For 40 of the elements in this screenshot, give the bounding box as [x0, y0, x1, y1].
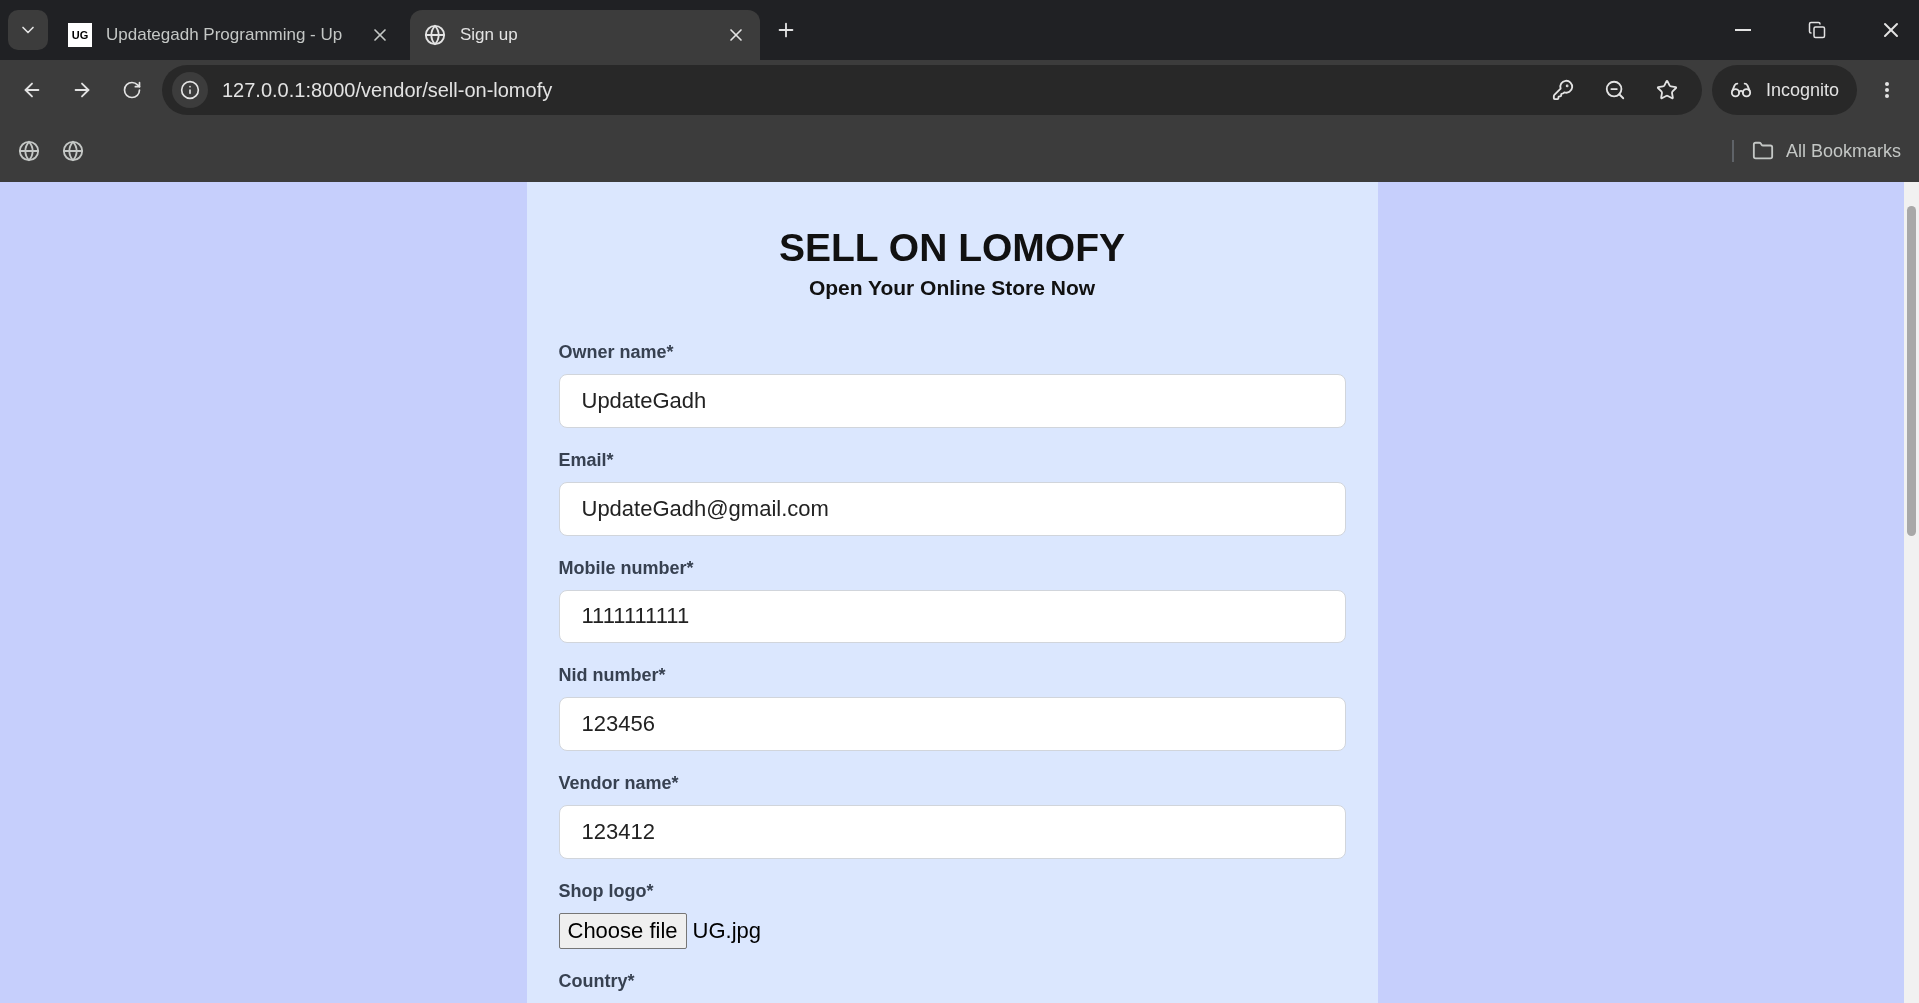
tab-title: Updategadh Programming - Up [106, 25, 344, 45]
input-field[interactable]: 123412 [558, 805, 1346, 859]
bookmarks-link[interactable]: All Bookmarks [1785, 140, 1901, 162]
star-icon[interactable] [1655, 79, 1678, 101]
site-logo: UG [68, 23, 92, 47]
url-text: 127.0.0.1:8000/vendor/sell-on-lomofy [222, 78, 554, 102]
restore-icon [1808, 21, 1826, 39]
key-icon[interactable] [1551, 79, 1574, 101]
form-title: SELL ON LOMOFY [778, 226, 1126, 270]
input-field[interactable]: 123456 [558, 697, 1346, 752]
address-bar[interactable]: 127.0.0.1:8000/vendor/sell-on-lomofy [162, 65, 1702, 115]
choose-file-button[interactable]: Choose file [558, 913, 687, 949]
field-label: Owner name* [558, 342, 675, 363]
site-info-button[interactable] [172, 72, 208, 108]
field-label: Mobile number* [558, 557, 695, 579]
incognito-button[interactable]: Incognito [1711, 65, 1857, 115]
form-subtitle: Open Your Online Store Now [807, 276, 1097, 300]
tab-title: Sign up [460, 25, 519, 45]
input-field[interactable]: UpdateGadh [558, 374, 1346, 428]
file-name: UG.jpg [692, 918, 762, 944]
field-label: Nid number* [558, 665, 667, 687]
menu-icon [1885, 82, 1889, 98]
field-label: Shop logo* [558, 881, 655, 902]
input-field[interactable]: 1111111111 [558, 589, 1346, 644]
scrollbar[interactable] [1904, 182, 1919, 1003]
info-icon [180, 80, 200, 100]
globe-icon[interactable] [62, 140, 84, 162]
minimize-icon [1735, 29, 1751, 31]
field-label: Email* [558, 449, 615, 471]
reload-icon [122, 80, 142, 100]
globe-icon [424, 24, 446, 46]
scroll-thumb[interactable] [1907, 206, 1916, 536]
browser-tab[interactable]: Sign up [410, 10, 760, 60]
field-label: Country* [558, 971, 636, 992]
field-label: Vendor name* [558, 773, 680, 795]
folder-icon[interactable] [1751, 140, 1774, 162]
input-field[interactable]: UpdateGadh@gmail.com [558, 481, 1346, 536]
globe-icon[interactable] [18, 140, 40, 162]
zoom-out-icon[interactable] [1603, 79, 1626, 101]
browser-tab[interactable]: UG Updategadh Programming - Up [54, 10, 404, 60]
